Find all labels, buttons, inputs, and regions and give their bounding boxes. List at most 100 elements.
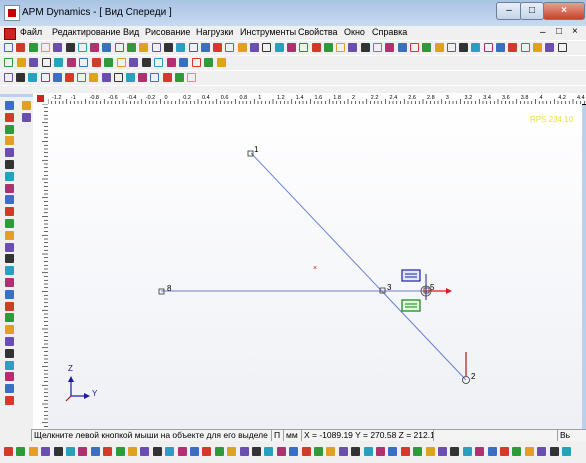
bottom-tool-icon[interactable] — [413, 447, 423, 456]
toolbar-tool-icon[interactable] — [200, 43, 210, 52]
toolbar-tool-icon[interactable] — [16, 43, 26, 52]
toolbar-tool-icon[interactable] — [188, 43, 198, 52]
toolbar-tool-icon[interactable] — [204, 58, 213, 67]
maximize-button[interactable]: □ — [520, 2, 544, 20]
toolbar-tool-icon[interactable] — [41, 58, 51, 67]
toolbar-tool-icon[interactable] — [225, 43, 235, 52]
menu-draw[interactable]: Рисование — [145, 27, 190, 37]
toolbar-tool-icon[interactable] — [28, 73, 38, 82]
bottom-tool-icon[interactable] — [450, 447, 460, 456]
toolbar-tool-icon[interactable] — [187, 73, 196, 82]
left-tool-icon[interactable] — [5, 289, 14, 299]
bottom-tool-icon[interactable] — [351, 447, 361, 456]
toolbar-tool-icon[interactable] — [40, 43, 50, 52]
toolbar-tool-icon[interactable] — [102, 43, 112, 52]
toolbar-tool-icon[interactable] — [89, 73, 99, 82]
toolbar-tool-icon[interactable] — [250, 43, 259, 52]
bottom-tool-icon[interactable] — [66, 447, 75, 456]
toolbar-tool-icon[interactable] — [52, 73, 62, 82]
left-tool-icon[interactable] — [5, 160, 14, 169]
left-tool-icon[interactable] — [5, 384, 14, 394]
toolbar-tool-icon[interactable] — [40, 73, 50, 82]
bottom-tool-icon[interactable] — [165, 447, 175, 456]
left-tool-icon[interactable] — [5, 101, 14, 110]
toolbar-tool-icon[interactable] — [496, 43, 505, 52]
toolbar-tool-icon[interactable] — [385, 43, 395, 52]
toolbar-tool-icon[interactable] — [483, 43, 493, 52]
toolbar-tool-icon[interactable] — [286, 43, 296, 52]
mdi-minimize-button[interactable]: – — [540, 27, 546, 38]
bottom-tool-icon[interactable] — [202, 447, 212, 456]
left-tool-icon[interactable] — [5, 195, 14, 205]
left-tool-icon[interactable] — [5, 230, 14, 240]
bottom-tool-icon[interactable] — [512, 447, 522, 456]
toolbar-tool-icon[interactable] — [77, 73, 87, 82]
bottom-tool-icon[interactable] — [475, 447, 485, 456]
left-tool-icon[interactable] — [5, 325, 14, 335]
left-tool-icon[interactable] — [5, 183, 14, 193]
left-tool-icon[interactable] — [5, 372, 14, 382]
bottom-tool-icon[interactable] — [239, 447, 249, 456]
bottom-tool-icon[interactable] — [53, 447, 63, 456]
bottom-tool-icon[interactable] — [190, 447, 199, 456]
bottom-tool-icon[interactable] — [562, 447, 571, 456]
toolbar-tool-icon[interactable] — [113, 73, 123, 82]
toolbar-tool-icon[interactable] — [65, 73, 74, 82]
toolbar-tool-icon[interactable] — [422, 43, 432, 52]
left-tool-icon[interactable] — [22, 101, 31, 110]
toolbar-tool-icon[interactable] — [150, 73, 160, 82]
menu-view[interactable]: Вид — [123, 27, 139, 37]
toolbar-tool-icon[interactable] — [213, 43, 223, 52]
toolbar-tool-icon[interactable] — [360, 43, 370, 52]
toolbar-tool-icon[interactable] — [336, 43, 346, 52]
toolbar-tool-icon[interactable] — [66, 58, 76, 67]
toolbar-tool-icon[interactable] — [91, 58, 101, 67]
bottom-tool-icon[interactable] — [400, 447, 410, 456]
toolbar-tool-icon[interactable] — [545, 43, 555, 52]
toolbar-tool-icon[interactable] — [176, 43, 186, 52]
left-tool-icon[interactable] — [22, 113, 31, 122]
bottom-tool-icon[interactable] — [152, 447, 162, 456]
bottom-tool-icon[interactable] — [41, 447, 51, 456]
mdi-maximize-button[interactable]: □ — [556, 26, 562, 37]
menu-file[interactable]: Файл — [20, 27, 42, 37]
toolbar-tool-icon[interactable] — [65, 43, 75, 52]
toolbar-tool-icon[interactable] — [179, 58, 188, 67]
bottom-tool-icon[interactable] — [4, 447, 13, 456]
bottom-tool-icon[interactable] — [103, 447, 113, 456]
left-tool-icon[interactable] — [5, 207, 14, 217]
drawing-canvas[interactable]: RPS 234.10 × 1 8 3 5 2 Z Y — [48, 104, 582, 430]
toolbar-tool-icon[interactable] — [114, 43, 124, 52]
bottom-tool-icon[interactable] — [128, 447, 137, 456]
menu-edit[interactable]: Редактирование — [52, 27, 121, 37]
toolbar-tool-icon[interactable] — [127, 43, 136, 52]
toolbar-tool-icon[interactable] — [459, 43, 469, 52]
bottom-tool-icon[interactable] — [264, 447, 274, 456]
bottom-tool-icon[interactable] — [524, 447, 534, 456]
toolbar-tool-icon[interactable] — [216, 58, 226, 67]
toolbar-tool-icon[interactable] — [4, 73, 13, 82]
bottom-tool-icon[interactable] — [338, 447, 348, 456]
toolbar-tool-icon[interactable] — [104, 58, 113, 67]
toolbar-tool-icon[interactable] — [471, 43, 481, 52]
left-tool-icon[interactable] — [5, 278, 14, 287]
menu-help[interactable]: Справка — [372, 27, 407, 37]
bottom-tool-icon[interactable] — [16, 447, 26, 456]
bottom-tool-icon[interactable] — [438, 447, 447, 456]
toolbar-tool-icon[interactable] — [262, 43, 272, 52]
toolbar-tool-icon[interactable] — [141, 58, 151, 67]
left-tool-icon[interactable] — [5, 112, 14, 122]
close-button[interactable]: × — [543, 2, 585, 20]
bottom-tool-icon[interactable] — [115, 447, 125, 456]
toolbar-tool-icon[interactable] — [162, 73, 172, 82]
toolbar-tool-icon[interactable] — [409, 43, 419, 52]
toolbar-tool-icon[interactable] — [397, 43, 407, 52]
toolbar-tool-icon[interactable] — [29, 58, 38, 67]
toolbar-tool-icon[interactable] — [348, 43, 358, 52]
bottom-tool-icon[interactable] — [388, 447, 398, 456]
menu-tools[interactable]: Инструменты — [240, 27, 296, 37]
toolbar-tool-icon[interactable] — [557, 43, 567, 52]
toolbar-tool-icon[interactable] — [299, 43, 309, 52]
section-marker-blue[interactable] — [401, 269, 421, 282]
left-tool-icon[interactable] — [5, 396, 14, 405]
